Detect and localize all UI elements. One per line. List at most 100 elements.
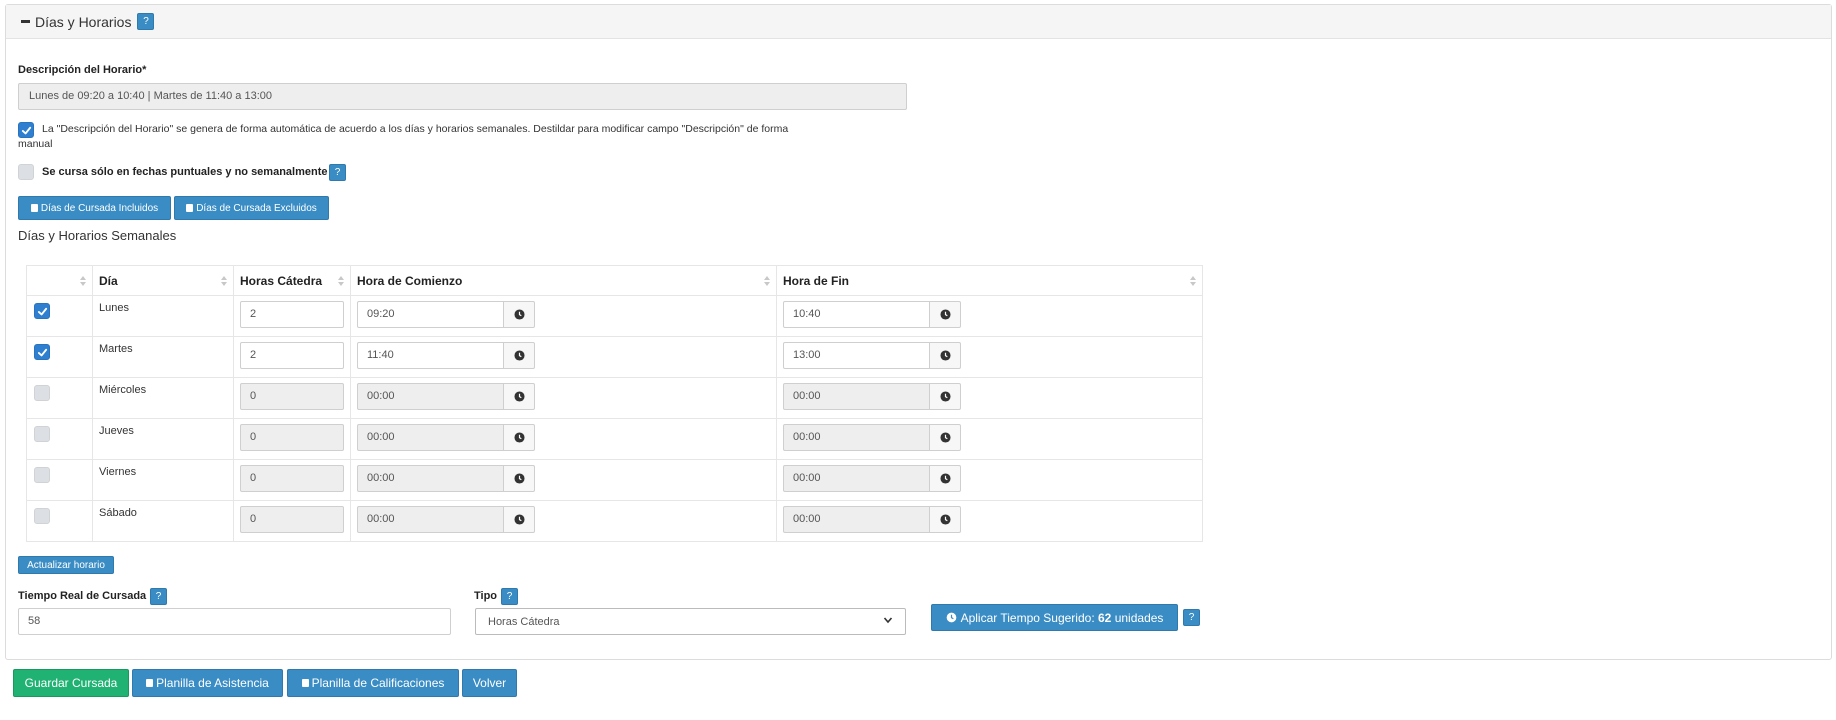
col-dia[interactable]: Día bbox=[92, 265, 234, 296]
hours-input[interactable]: 0 bbox=[240, 506, 344, 533]
end-cell: 00:00 bbox=[776, 500, 1203, 542]
sort-icon[interactable] bbox=[221, 276, 227, 286]
end-time-input[interactable]: 00:00 bbox=[783, 383, 930, 410]
clock-icon bbox=[513, 473, 525, 484]
dias-incluidos-label: Días de Cursada Incluidos bbox=[40, 202, 159, 214]
collapse-minus-icon[interactable] bbox=[21, 20, 30, 23]
puntuales-checkbox[interactable] bbox=[18, 164, 34, 180]
day-checkbox[interactable] bbox=[34, 467, 50, 483]
dias-excluidos-label: Días de Cursada Excluidos bbox=[196, 202, 317, 214]
col-horas-label: Horas Cátedra bbox=[240, 273, 323, 288]
end-time-input[interactable]: 00:00 bbox=[783, 506, 930, 533]
end-cell: 00:00 bbox=[776, 377, 1203, 419]
sort-icon[interactable] bbox=[1190, 276, 1196, 286]
hours-cell: 2 bbox=[233, 336, 351, 378]
chevron-down-icon bbox=[883, 615, 893, 628]
row-select-cell bbox=[26, 295, 93, 337]
col-comienzo[interactable]: Hora de Comienzo bbox=[350, 265, 777, 296]
clock-icon bbox=[939, 473, 951, 484]
end-time-input[interactable]: 13:00 bbox=[783, 342, 930, 369]
day-checkbox[interactable] bbox=[34, 344, 50, 360]
day-checkbox[interactable] bbox=[34, 385, 50, 401]
end-time-picker-button[interactable] bbox=[930, 342, 961, 369]
day-checkbox[interactable] bbox=[34, 508, 50, 524]
tiempo-real-help-button[interactable]: ? bbox=[150, 588, 167, 605]
clock-icon bbox=[513, 309, 525, 320]
row-select-cell bbox=[26, 418, 93, 460]
start-time-picker-button[interactable] bbox=[504, 465, 535, 492]
hours-input[interactable]: 0 bbox=[240, 465, 344, 492]
tiempo-real-input[interactable]: 58 bbox=[18, 608, 451, 635]
description-input[interactable]: Lunes de 09:20 a 10:40 | Martes de 11:40… bbox=[18, 83, 907, 110]
panel-help-button[interactable]: ? bbox=[137, 13, 155, 30]
tipo-select[interactable]: Horas Cátedra bbox=[475, 608, 906, 635]
start-time-input[interactable]: 00:00 bbox=[357, 383, 504, 410]
sugerido-help-button[interactable]: ? bbox=[1183, 609, 1200, 626]
end-time-picker-button[interactable] bbox=[930, 301, 961, 328]
planilla-asistencia-button[interactable]: Planilla de Asistencia bbox=[132, 669, 283, 697]
col-horas[interactable]: Horas Cátedra bbox=[233, 265, 351, 296]
end-time-picker-button[interactable] bbox=[930, 424, 961, 451]
puntuales-help-button[interactable]: ? bbox=[329, 164, 346, 181]
sort-icon[interactable] bbox=[764, 276, 770, 286]
planilla-calificaciones-button[interactable]: Planilla de Calificaciones bbox=[287, 669, 459, 697]
panel-title: Días y Horarios bbox=[35, 13, 132, 30]
aplicar-sugerido-button[interactable]: Aplicar Tiempo Sugerido: 62 unidades bbox=[931, 604, 1178, 631]
hours-input[interactable]: 2 bbox=[240, 301, 344, 328]
hours-input[interactable]: 0 bbox=[240, 383, 344, 410]
clock-icon bbox=[939, 309, 951, 320]
day-cell: Viernes bbox=[92, 459, 234, 501]
tipo-help-button[interactable]: ? bbox=[501, 588, 518, 605]
clock-icon bbox=[513, 391, 525, 402]
start-time-input[interactable]: 00:00 bbox=[357, 506, 504, 533]
end-time-picker-button[interactable] bbox=[930, 383, 961, 410]
day-cell: Lunes bbox=[92, 295, 234, 337]
start-time-input[interactable]: 11:40 bbox=[357, 342, 504, 369]
start-cell: 00:00 bbox=[350, 500, 777, 542]
table-row: Lunes 2 09:20 10:40 bbox=[26, 295, 1203, 337]
end-time-picker-button[interactable] bbox=[930, 465, 961, 492]
start-time-picker-button[interactable] bbox=[504, 506, 535, 533]
hours-cell: 2 bbox=[233, 295, 351, 337]
col-fin[interactable]: Hora de Fin bbox=[776, 265, 1203, 296]
start-time-picker-button[interactable] bbox=[504, 383, 535, 410]
row-select-cell bbox=[26, 500, 93, 542]
volver-button[interactable]: Volver bbox=[462, 669, 517, 697]
row-select-cell bbox=[26, 336, 93, 378]
day-checkbox[interactable] bbox=[34, 303, 50, 319]
sort-icon[interactable] bbox=[80, 276, 86, 286]
panel-header[interactable]: Días y Horarios ? bbox=[6, 5, 1831, 39]
end-cell: 00:00 bbox=[776, 459, 1203, 501]
end-time-input[interactable]: 00:00 bbox=[783, 424, 930, 451]
start-time-picker-button[interactable] bbox=[504, 424, 535, 451]
description-label: Descripción del Horario* bbox=[18, 64, 147, 76]
sort-icon[interactable] bbox=[338, 276, 344, 286]
start-time-picker-button[interactable] bbox=[504, 342, 535, 369]
table-row: Jueves 0 00:00 00:00 bbox=[26, 418, 1203, 460]
end-time-input[interactable]: 00:00 bbox=[783, 465, 930, 492]
auto-description-checkbox[interactable] bbox=[18, 122, 34, 138]
day-checkbox[interactable] bbox=[34, 426, 50, 442]
hours-input[interactable]: 0 bbox=[240, 424, 344, 451]
hours-input[interactable]: 2 bbox=[240, 342, 344, 369]
table-row: Viernes 0 00:00 00:00 bbox=[26, 459, 1203, 501]
actualizar-horario-button[interactable]: Actualizar horario bbox=[18, 556, 114, 574]
dias-incluidos-button[interactable]: Días de Cursada Incluidos bbox=[18, 196, 171, 220]
start-time-picker-button[interactable] bbox=[504, 301, 535, 328]
col-select[interactable] bbox=[26, 265, 93, 296]
end-time-input[interactable]: 10:40 bbox=[783, 301, 930, 328]
table-row: Miércoles 0 00:00 00:00 bbox=[26, 377, 1203, 419]
start-time-input[interactable]: 00:00 bbox=[357, 424, 504, 451]
table-header-row: Día Horas Cátedra Hora de Comienzo Hora … bbox=[26, 265, 1203, 296]
guardar-cursada-button[interactable]: Guardar Cursada bbox=[13, 669, 129, 697]
check-icon bbox=[37, 348, 47, 356]
day-cell: Martes bbox=[92, 336, 234, 378]
clock-icon bbox=[946, 612, 956, 623]
auto-description-note: La "Descripción del Horario" se genera d… bbox=[42, 123, 789, 135]
start-time-input[interactable]: 00:00 bbox=[357, 465, 504, 492]
day-label: Miércoles bbox=[99, 384, 147, 396]
dias-excluidos-button[interactable]: Días de Cursada Excluidos bbox=[174, 196, 329, 220]
start-time-input[interactable]: 09:20 bbox=[357, 301, 504, 328]
end-time-picker-button[interactable] bbox=[930, 506, 961, 533]
auto-description-note-cont: manual bbox=[18, 138, 53, 150]
